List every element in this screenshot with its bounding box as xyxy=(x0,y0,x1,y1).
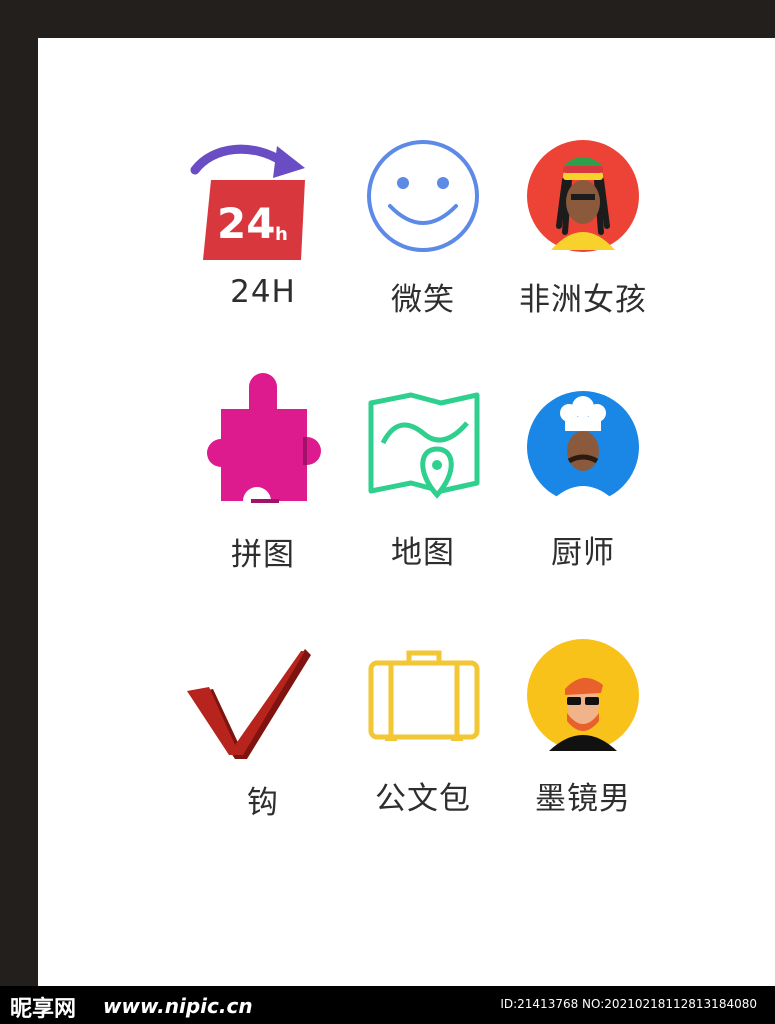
puzzle-piece-icon xyxy=(207,373,321,503)
icon-sheet: 24 h 24H 微笑 非洲女孩 拼图 地图 厨师 钩 公文包 墨镜男 xyxy=(38,38,775,986)
icon-cell-map[interactable]: 地图 xyxy=(343,373,503,573)
icon-cell-african-girl[interactable]: 非洲女孩 xyxy=(503,128,663,328)
icon-label: 地图 xyxy=(391,535,455,571)
sunglasses-man-avatar-icon xyxy=(527,639,639,751)
icon-label: 微笑 xyxy=(391,282,455,318)
icon-label: 公文包 xyxy=(375,781,471,817)
icon-label: 墨镜男 xyxy=(535,781,631,817)
african-girl-avatar-icon xyxy=(527,140,639,252)
icon-cell-check[interactable]: 钩 xyxy=(183,623,343,823)
icon-cell-briefcase[interactable]: 公文包 xyxy=(343,623,503,823)
icon-label: 24H xyxy=(230,274,296,310)
24h-icon: 24 h xyxy=(190,144,305,260)
map-pin-icon xyxy=(368,392,480,499)
watermark-site: www.nipic.cn xyxy=(103,994,253,1018)
watermark-bar: 昵享网 www.nipic.cn ID:21413768 NO:20210218… xyxy=(0,986,775,1024)
icon-cell-smile[interactable]: 微笑 xyxy=(343,128,503,328)
icon-cell-chef[interactable]: 厨师 xyxy=(503,373,663,573)
icon-label: 厨师 xyxy=(551,535,615,571)
watermark-logo: 昵享网 xyxy=(10,997,77,1022)
24h-badge-sub: h xyxy=(275,224,288,245)
icon-cell-puzzle[interactable]: 拼图 xyxy=(183,373,343,573)
24h-badge-text: 24 xyxy=(217,199,275,248)
icon-label: 拼图 xyxy=(231,537,295,573)
icon-cell-sunglasses-man[interactable]: 墨镜男 xyxy=(503,623,663,823)
briefcase-icon xyxy=(368,650,480,741)
chef-avatar-icon xyxy=(527,391,639,503)
icon-label: 钩 xyxy=(247,785,279,821)
watermark-id: ID:21413768 NO:20210218112813184080 xyxy=(500,997,757,1011)
checkmark-icon xyxy=(187,649,311,759)
icon-cell-24h[interactable]: 24 h 24H xyxy=(183,128,343,328)
icon-label: 非洲女孩 xyxy=(519,282,647,318)
smile-icon xyxy=(367,140,479,252)
